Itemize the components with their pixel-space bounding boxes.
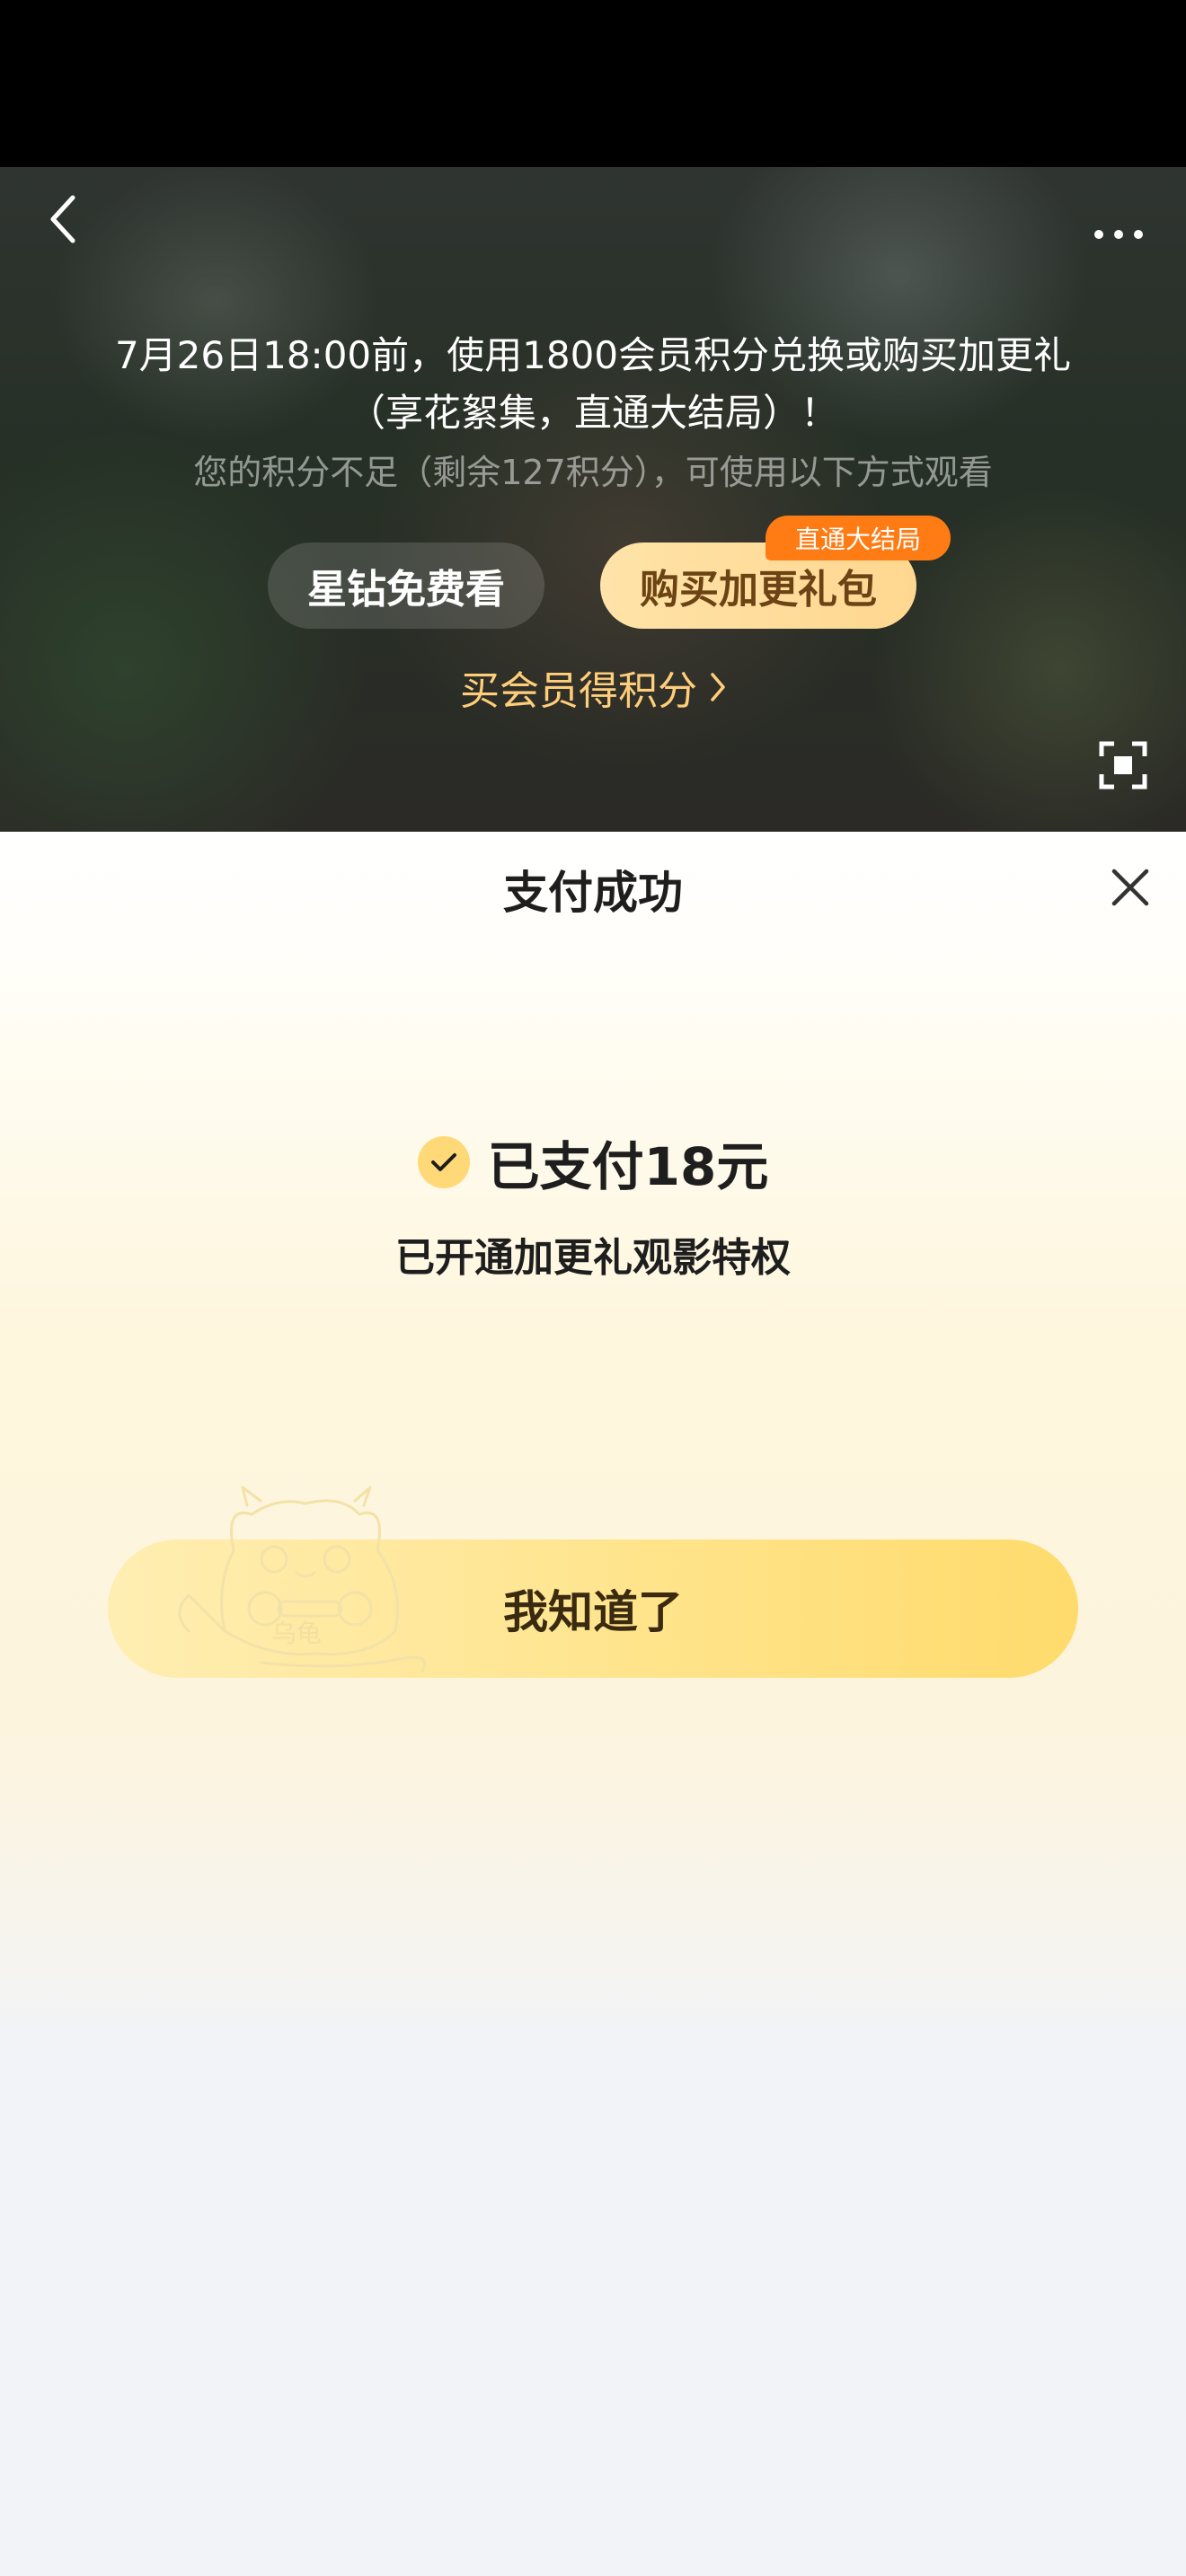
- paid-amount: 已支付18元: [487, 1136, 769, 1197]
- points-hint: 您的积分不足（剩余127积分），可使用以下方式观看: [193, 453, 993, 492]
- back-icon[interactable]: [40, 183, 86, 255]
- privilege-text: 已开通加更礼观影特权: [395, 1235, 791, 1281]
- buy-membership-label: 买会员得积分: [460, 668, 697, 714]
- sheet-title: 支付成功: [503, 867, 683, 919]
- video-player[interactable]: 7月26日18:00前，使用1800会员积分兑换或购买加更礼（享花絮集，直通大结…: [0, 167, 1186, 832]
- payment-success-sheet: 支付成功 已支付18元 已开通加更礼观影特权 我知道了 乌龟: [0, 832, 1186, 2576]
- more-icon[interactable]: [1078, 212, 1159, 257]
- exchange-notice: 7月26日18:00前，使用1800会员积分兑换或购买加更礼（享花絮集，直通大结…: [114, 333, 1072, 435]
- check-icon: [417, 1136, 470, 1188]
- mascot-label: 乌龟: [271, 1619, 322, 1647]
- mascot-illustration: 乌龟: [178, 1486, 426, 1673]
- close-icon[interactable]: [1102, 859, 1159, 916]
- fullscreen-icon[interactable]: [1096, 738, 1150, 792]
- buy-membership-link[interactable]: 买会员得积分: [431, 656, 755, 719]
- buy-pack-badge: 直通大结局: [766, 516, 951, 560]
- status-bar: [0, 0, 1186, 167]
- paid-status: 已支付18元: [323, 1125, 863, 1200]
- chevron-right-icon: [711, 673, 725, 701]
- free-watch-button[interactable]: 星钻免费看: [268, 543, 544, 629]
